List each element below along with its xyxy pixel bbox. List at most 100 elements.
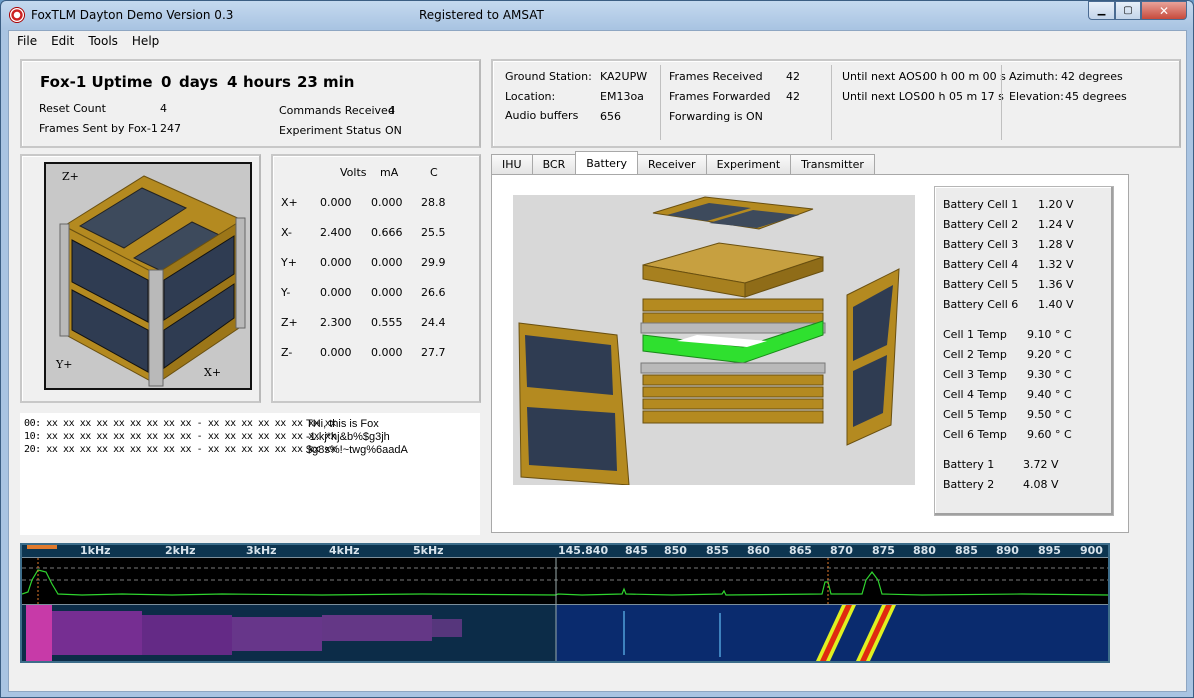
uptime-hours-value: 4 [227,73,238,91]
cell-temp-value: 9.50 ° C [1027,408,1072,421]
solar-row-panel: Y+ [281,256,297,269]
spectrum-waterfall[interactable]: 1kHz 2kHz 3kHz 4kHz 5kHz 145.840 845 850… [20,543,1110,663]
solar-row-c: 27.7 [421,346,446,359]
battery-tab-content: Battery Cell 1 1.20 V Battery Cell 2 1.2… [491,174,1129,533]
ground-station-value: KA2UPW [600,70,648,83]
menu-tools[interactable]: Tools [81,31,125,53]
solar-row-ma: 0.666 [371,226,403,239]
tuning-marker[interactable] [27,545,57,549]
maximize-button[interactable]: ▢ [1115,1,1141,20]
rf-scale-label: 880 [913,544,936,557]
frames-sent-label: Frames Sent by Fox-1 [39,122,158,135]
menu-edit[interactable]: Edit [44,31,81,53]
rf-scale-label: 860 [747,544,770,557]
rf-scale-label: 850 [664,544,687,557]
spectrogram[interactable] [22,605,1108,661]
hex-ascii: THi, this is Fox [306,418,379,430]
tab-battery[interactable]: Battery [575,151,638,174]
battery-cell-value: 1.20 V [1038,198,1074,211]
cube-illustration [59,175,246,387]
cell-temp-label: Cell 1 Temp [943,328,1007,341]
stack-boards [640,242,826,424]
minimize-button[interactable]: ▁ [1088,1,1115,20]
app-icon[interactable] [9,7,25,23]
registration-text: Registered to AMSAT [419,8,544,22]
audio-scale-label: 3kHz [246,544,277,557]
tab-ihu[interactable]: IHU [491,154,533,174]
commands-received-label: Commands Received [279,104,395,117]
frames-forwarded-label: Frames Forwarded [669,90,771,103]
solar-row-panel: Z+ [281,316,298,329]
solar-row-ma: 0.000 [371,196,403,209]
solar-row-volts: 0.000 [320,256,352,269]
solar-row-ma: 0.555 [371,316,403,329]
uptime-days-value: 0 [161,73,172,91]
aos-label: Until next AOS: [842,70,926,83]
battery-cell-label: Battery Cell 4 [943,258,1019,271]
rf-scale-label: 870 [830,544,853,557]
battery-cell-value: 1.40 V [1038,298,1074,311]
battery-cell-value: 1.36 V [1038,278,1074,291]
cell-temp-label: Cell 3 Temp [943,368,1007,381]
menu-bar: File Edit Tools Help [9,31,1186,53]
rf-scale-label: 145.840 [558,544,609,557]
cell-temp-value: 9.30 ° C [1027,368,1072,381]
audio-buffers-value: 656 [600,110,621,123]
cube-z-label: Z+ [62,170,79,183]
los-label: Until next LOS: [842,90,924,103]
battery-cell-value: 1.24 V [1038,218,1074,231]
solar-row-c: 26.6 [421,286,446,299]
audio-scale-label: 4kHz [329,544,360,557]
tab-experiment[interactable]: Experiment [705,154,792,174]
app-window: FoxTLM Dayton Demo Version 0.3 Registere… [0,0,1194,698]
rf-scale-label: 855 [706,544,729,557]
uptime-hours-unit: hours [243,73,291,91]
location-value: EM13oa [600,90,644,103]
elevation-label: Elevation: [1009,90,1064,103]
title-bar[interactable]: FoxTLM Dayton Demo Version 0.3 Registere… [1,1,1193,29]
cube-x-label: X+ [204,366,222,379]
menu-help[interactable]: Help [125,31,166,53]
divider [1001,65,1002,140]
tab-bcr[interactable]: BCR [531,154,577,174]
elevation-value: 45 degrees [1065,90,1127,103]
hex-ascii: -1.kj*hj&b%$g3jh [306,431,390,443]
battery-cell-label: Battery Cell 3 [943,238,1019,251]
uptime-label: Fox-1 Uptime [40,73,153,91]
header-volts: Volts [340,166,367,179]
frame-hex-dump[interactable]: 00: xx xx xx xx xx xx xx xx xx - xx xx x… [20,413,480,535]
rf-scale-label: 875 [872,544,895,557]
solar-row-c: 25.5 [421,226,446,239]
battery-pack-label: Battery 1 [943,458,995,471]
rf-scale-label: 885 [955,544,978,557]
battery-cell-label: Battery Cell 2 [943,218,1019,231]
rf-scale-label: 895 [1038,544,1061,557]
battery-cell-label: Battery Cell 1 [943,198,1019,211]
cell-temp-value: 9.40 ° C [1027,388,1072,401]
client-area: File Edit Tools Help Fox-1 Uptime 0 days… [8,30,1187,692]
frames-forwarded-value: 42 [786,90,800,103]
solar-row-volts: 0.000 [320,196,352,209]
solar-panel-table: Volts mA C X+ 0.000 0.000 28.8 X- 2.400 … [271,154,481,403]
frames-received-label: Frames Received [669,70,763,83]
battery-pack-label: Battery 2 [943,478,995,491]
telemetry-tabs: IHU BCR Battery Receiver Experiment Tran… [491,151,875,174]
solar-row-volts: 2.400 [320,226,352,239]
rf-scale-label: 865 [789,544,812,557]
fft-plot[interactable] [22,557,1108,606]
header-ma: mA [380,166,399,179]
frames-received-value: 42 [786,70,800,83]
reset-count-value: 4 [160,102,167,115]
tab-receiver[interactable]: Receiver [636,154,707,174]
audio-buffers-label: Audio buffers [505,109,579,122]
header-c: C [430,166,438,179]
close-button[interactable]: ✕ [1141,1,1187,20]
window-title: FoxTLM Dayton Demo Version 0.3 [31,8,234,22]
battery-pack-value: 4.08 V [1023,478,1059,491]
tab-transmitter[interactable]: Transmitter [790,154,875,174]
menu-file[interactable]: File [9,31,44,53]
cell-temp-value: 9.60 ° C [1027,428,1072,441]
rf-scale-label: 845 [625,544,648,557]
los-value: 00 h 05 m 17 s [921,90,1004,103]
battery-stack-image [513,195,915,485]
